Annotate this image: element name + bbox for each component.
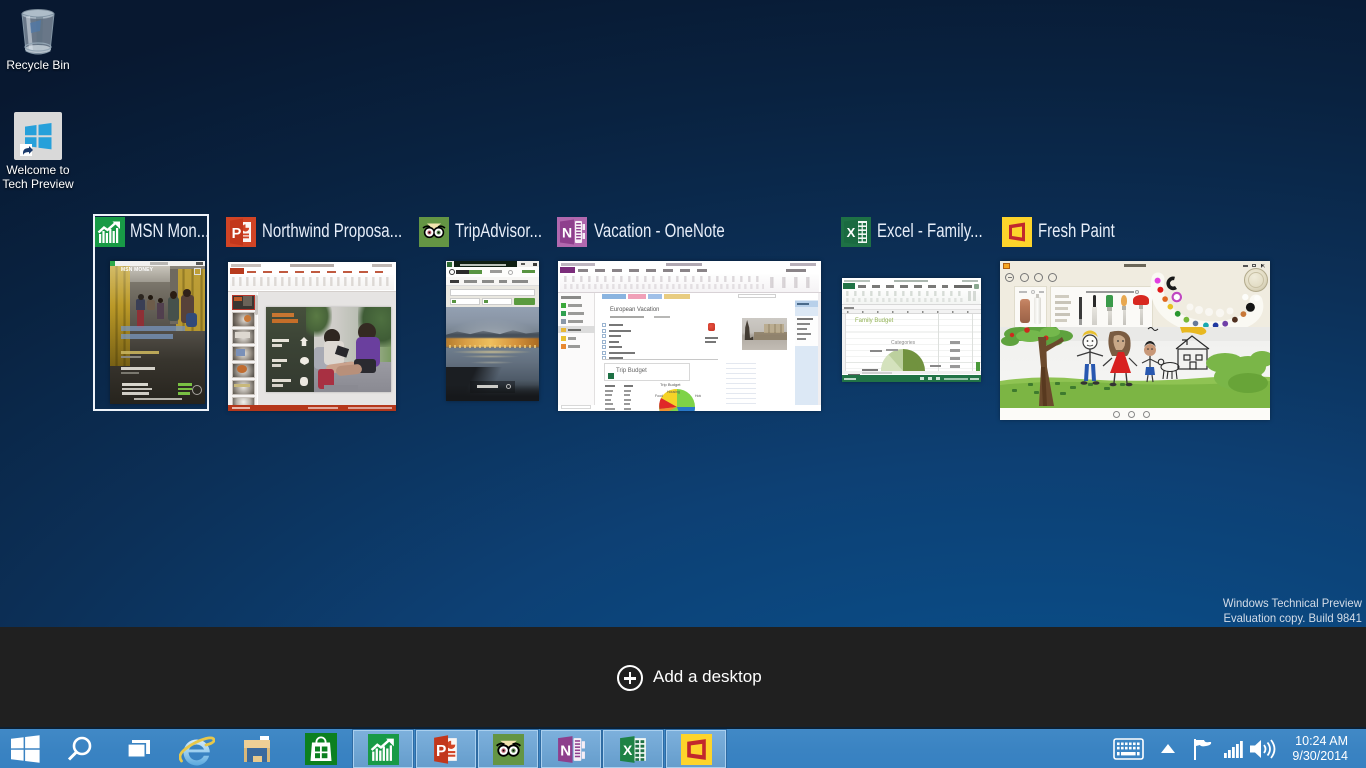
svg-text:X: X bbox=[847, 225, 856, 240]
svg-text:N: N bbox=[562, 225, 572, 241]
svg-text:X: X bbox=[623, 742, 633, 758]
svg-text:Food: Food bbox=[655, 394, 663, 398]
svg-text:Housing: Housing bbox=[667, 390, 680, 394]
svg-text:P: P bbox=[435, 743, 445, 760]
svg-text:P: P bbox=[232, 226, 242, 242]
svg-text:Hotel: Hotel bbox=[695, 394, 701, 398]
svg-text:N: N bbox=[560, 743, 571, 760]
